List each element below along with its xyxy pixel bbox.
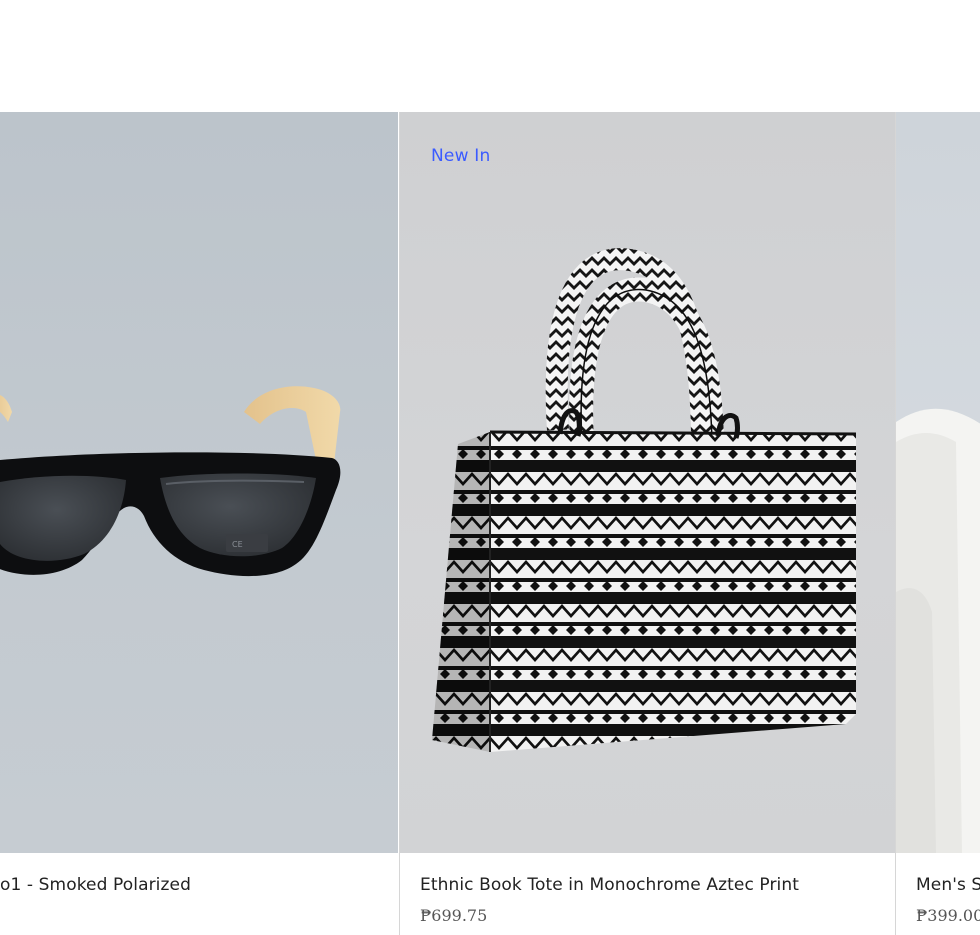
product-image-shirt[interactable] — [896, 112, 980, 853]
shirt-image — [896, 408, 980, 853]
product-price: ₱699.75 — [420, 906, 488, 925]
product-card[interactable]: New In Ethnic Book Tote in Monochrome Az… — [399, 112, 896, 935]
product-image-sunglasses[interactable]: CE — [0, 112, 398, 853]
product-price: ₱399.00 — [916, 906, 980, 925]
tote-bag-image — [432, 248, 857, 752]
svg-text:CE: CE — [232, 540, 243, 549]
product-card[interactable]: Men's Sc ₱399.00 — [895, 112, 980, 935]
product-carousel: CE o1 - Smoked Polarized New In Ethnic B… — [0, 112, 980, 935]
product-title[interactable]: o1 - Smoked Polarized — [0, 875, 191, 895]
product-title[interactable]: Men's Sc — [916, 875, 980, 895]
new-in-badge: New In — [431, 146, 491, 166]
product-title[interactable]: Ethnic Book Tote in Monochrome Aztec Pri… — [420, 875, 799, 895]
sunglasses-image: CE — [0, 386, 341, 576]
product-card[interactable]: CE o1 - Smoked Polarized — [0, 112, 398, 935]
product-image-tote[interactable]: New In — [400, 112, 896, 853]
